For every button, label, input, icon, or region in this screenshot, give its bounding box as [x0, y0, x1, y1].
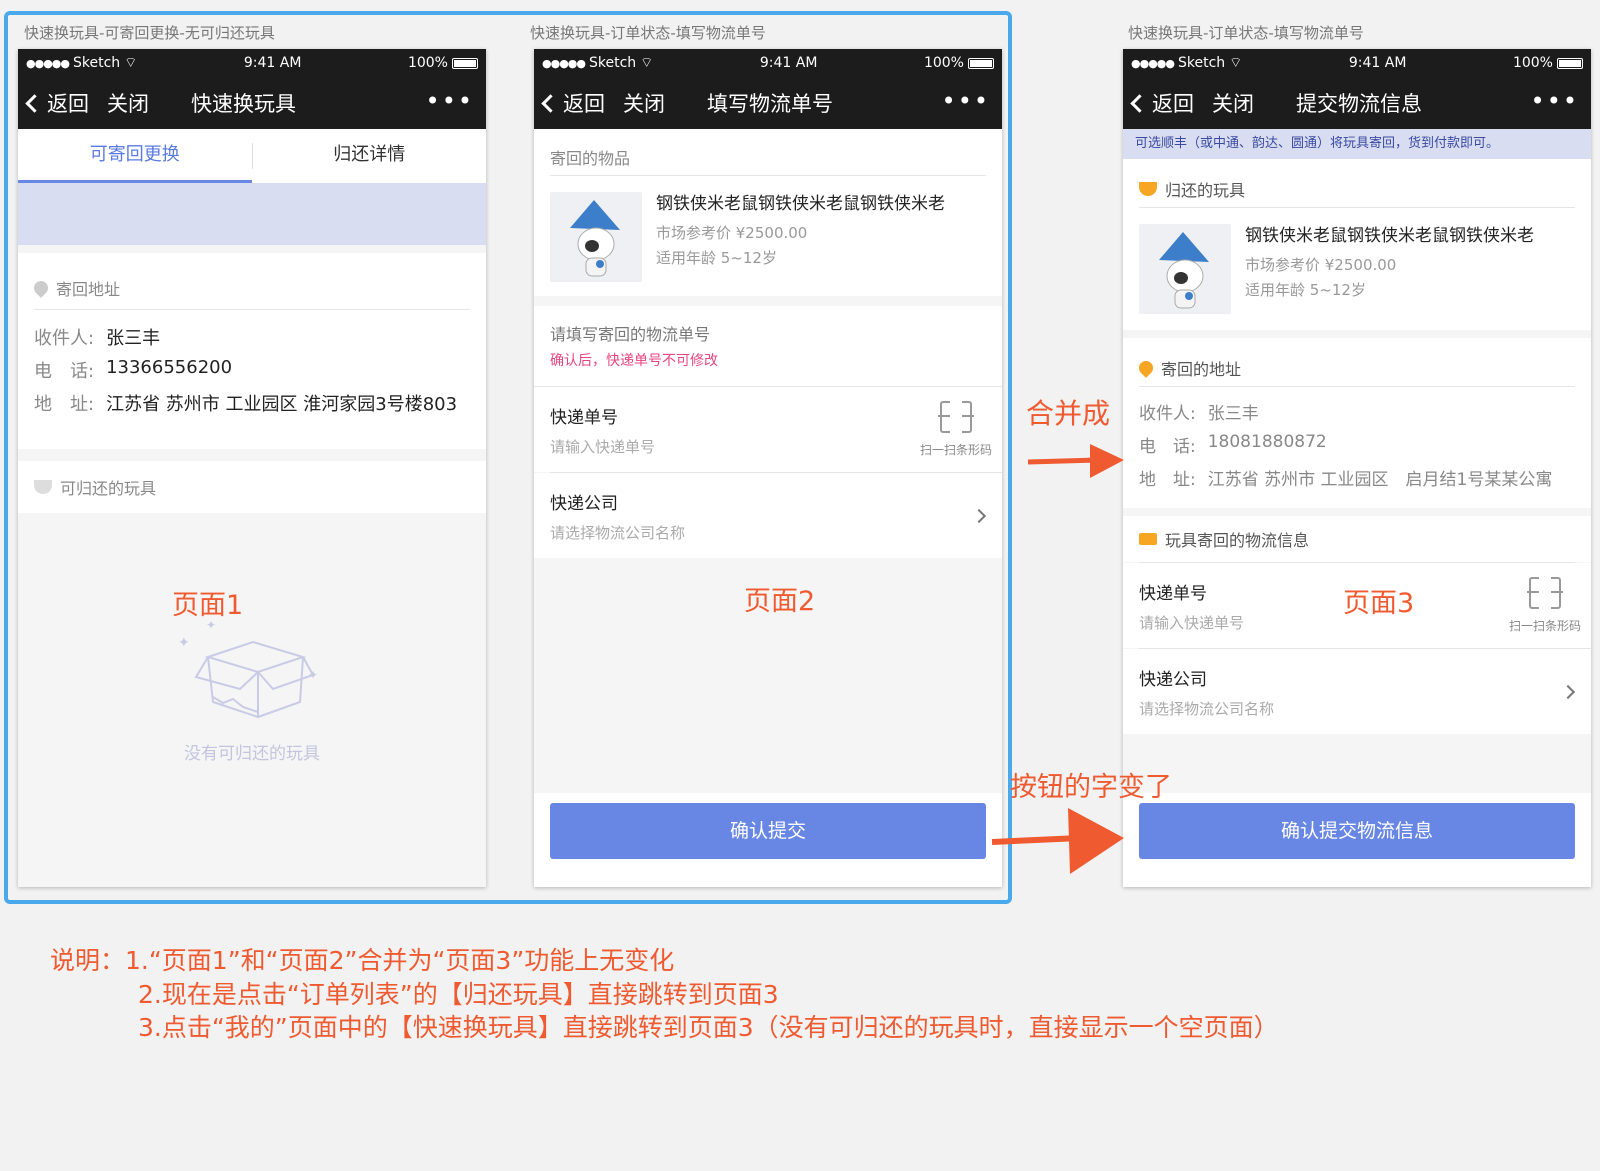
screen2-phone: ●●●●● Sketch ⌔ 9:41 AM 100% 返回 关闭 填写物流单号 •… [534, 49, 1002, 887]
truck-icon [1139, 533, 1157, 545]
wifi-icon: ⌔ [640, 55, 654, 71]
svg-text:✦: ✦ [308, 668, 318, 682]
empty-state-text: 没有可归还的玩具 [184, 744, 320, 764]
courier-company-row[interactable]: 快递公司 请选择物流公司名称 [1123, 649, 1591, 734]
page-title: 提交物流信息 [1296, 92, 1422, 116]
toy-image [1139, 224, 1231, 314]
address-card: 寄回的地址 收件人: 张三丰 电 话: 18081880872 地 址: 江苏省 苏州… [1123, 338, 1591, 508]
note-line-3: 3.点击“我的”页面中的【快速换玩具】直接跳转到页面3（没有可归还的玩具时，直接… [138, 1013, 1279, 1042]
screen3-phone: ●●●●● Sketch ⌔ 9:41 AM 100% 返回 关闭 提交物流信息 •… [1123, 49, 1591, 887]
toy-age: 适用年龄 5~12岁 [1245, 281, 1366, 299]
logistics-header: 玩具寄回的物流信息 [1123, 516, 1591, 562]
screen1-phone: ●●●●● Sketch ⌔ 9:41 AM 100% 返回 关闭 快速换玩具 ••… [18, 49, 486, 887]
submit-button[interactable]: 确认提交 [550, 803, 986, 859]
phone-number: 13366556200 [106, 357, 233, 378]
warning-text: 确认后，快递单号不可修改 [550, 353, 718, 369]
info-banner: 可选顺丰（或中通、韵达、圆通）将玩具寄回，货到付款即可。 [1123, 129, 1591, 159]
tab-returnable[interactable]: 可寄回更换 [18, 129, 252, 183]
toy-item[interactable]: 钢铁侠米老鼠钢铁侠米老鼠钢铁侠米老 市场参考价 ¥2500.00 适用年龄 5~… [1123, 224, 1591, 314]
back-button[interactable]: 返回 [541, 88, 605, 118]
scan-icon [937, 399, 974, 435]
recipient-name: 张三丰 [1207, 404, 1259, 424]
close-button[interactable]: 关闭 [1212, 88, 1254, 118]
svg-text:✦: ✦ [206, 618, 216, 632]
items-card: 寄回的物品 钢铁侠米老鼠钢铁侠米老鼠钢铁侠米老 市场参考价 ¥2500.00 适… [534, 129, 1002, 296]
recipient-name: 张三丰 [106, 328, 161, 349]
close-button[interactable]: 关闭 [623, 88, 665, 118]
chevron-left-icon [1130, 93, 1149, 113]
address-card: 寄回地址 收件人: 张三丰 电 话: 13366556200 地 址: 江苏省 苏州市… [18, 253, 486, 449]
wifi-icon: ⌔ [1229, 55, 1243, 71]
page-title: 填写物流单号 [707, 92, 833, 116]
button-change-arrow-icon [991, 808, 1124, 874]
more-icon[interactable]: ••• [942, 87, 990, 115]
bear-icon [1139, 182, 1157, 196]
back-button[interactable]: 返回 [25, 88, 89, 118]
toys-card: 归还的玩具 钢铁侠米老鼠钢铁侠米老鼠钢铁侠米老 市场参考价 ¥2500.00 适… [1123, 159, 1591, 330]
tab-return-details[interactable]: 归还详情 [253, 129, 487, 183]
status-bar: ●●●●● Sketch ⌔ 9:41 AM 100% [534, 49, 1002, 77]
svg-text:✦: ✦ [178, 635, 190, 651]
page-title: 快速换玩具 [191, 92, 296, 116]
toy-item[interactable]: 钢铁侠米老鼠钢铁侠米老鼠钢铁侠米老 市场参考价 ¥2500.00 适用年龄 5~… [534, 192, 1002, 282]
courier-company-select[interactable]: 请选择物流公司名称 [550, 522, 986, 543]
toy-image [550, 192, 642, 282]
status-bar: ●●●●● Sketch ⌔ 9:41 AM 100% [18, 49, 486, 77]
nav-bar: 返回 关闭 快速换玩具 ••• [18, 77, 486, 129]
toy-name: 钢铁侠米老鼠钢铁侠米老鼠钢铁侠米老 [1245, 226, 1534, 246]
battery-icon [451, 57, 478, 69]
note-line-1: 说明：1.“页面1”和“页面2”合并为“页面3”功能上无变化 [50, 946, 675, 975]
screen3-caption: 快速换玩具-订单状态-填写物流单号 [1128, 24, 1364, 42]
battery-icon [967, 57, 994, 69]
battery-icon [1556, 57, 1583, 69]
scan-barcode-button[interactable]: 扫一扫条形码 [1509, 575, 1581, 634]
nav-bar: 返回 关闭 填写物流单号 ••• [534, 77, 1002, 129]
location-pin-icon [31, 278, 51, 298]
address-value: 江苏省 苏州市 工业园区 淮河家园3号楼803 [106, 394, 458, 415]
address-value: 江苏省 苏州市 工业园区 启月结1号某某公寓 [1207, 470, 1553, 490]
empty-box-icon: ✦ ✦ ✦ [178, 618, 318, 719]
page-label: 页面3 [1343, 588, 1415, 619]
chevron-left-icon [541, 93, 560, 113]
scan-icon [1526, 575, 1563, 611]
screen2-caption: 快速换玩具-订单状态-填写物流单号 [530, 24, 766, 42]
info-banner [18, 183, 486, 245]
location-pin-icon [1136, 358, 1156, 378]
wifi-icon: ⌔ [124, 55, 138, 71]
back-button[interactable]: 返回 [1130, 88, 1194, 118]
toy-price: 市场参考价 ¥2500.00 [656, 224, 808, 242]
tracking-intro: 请填写寄回的物流单号 确认后，快递单号不可修改 [534, 306, 1002, 386]
toys-header: 可归还的玩具 [18, 461, 486, 513]
merge-arrow-icon [1027, 444, 1124, 478]
note-line-2: 2.现在是点击“订单列表”的【归还玩具】直接跳转到页面3 [138, 980, 779, 1009]
more-icon[interactable]: ••• [426, 87, 474, 115]
submit-logistics-button[interactable]: 确认提交物流信息 [1139, 803, 1575, 859]
page-label: 页面2 [744, 586, 816, 617]
courier-company-select[interactable]: 请选择物流公司名称 [1139, 698, 1575, 719]
nav-bar: 返回 关闭 提交物流信息 ••• [1123, 77, 1591, 129]
tab-bar: 可寄回更换 归还详情 [18, 129, 486, 183]
toy-age: 适用年龄 5~12岁 [656, 249, 777, 267]
button-change-annotation: 按钮的字变了 [1010, 772, 1172, 803]
scan-barcode-button[interactable]: 扫一扫条形码 [920, 399, 992, 458]
close-button[interactable]: 关闭 [107, 88, 149, 118]
chevron-left-icon [25, 93, 44, 113]
toy-name: 钢铁侠米老鼠钢铁侠米老鼠钢铁侠米老 [656, 194, 945, 214]
address-header: 寄回地址 [56, 280, 121, 299]
courier-company-row[interactable]: 快递公司 请选择物流公司名称 [534, 473, 1002, 558]
items-header: 寄回的物品 [550, 149, 631, 168]
status-bar: ●●●●● Sketch ⌔ 9:41 AM 100% [1123, 49, 1591, 77]
merge-annotation: 合并成 [1026, 397, 1111, 430]
phone-number: 18081880872 [1207, 432, 1327, 452]
tracking-number-row[interactable]: 快递单号 请输入快递单号 扫一扫条形码 [534, 387, 1002, 472]
screen1-caption: 快速换玩具-可寄回更换-无可归还玩具 [24, 24, 275, 42]
toy-price: 市场参考价 ¥2500.00 [1245, 256, 1397, 274]
more-icon[interactable]: ••• [1531, 87, 1579, 115]
bear-icon [34, 480, 52, 494]
